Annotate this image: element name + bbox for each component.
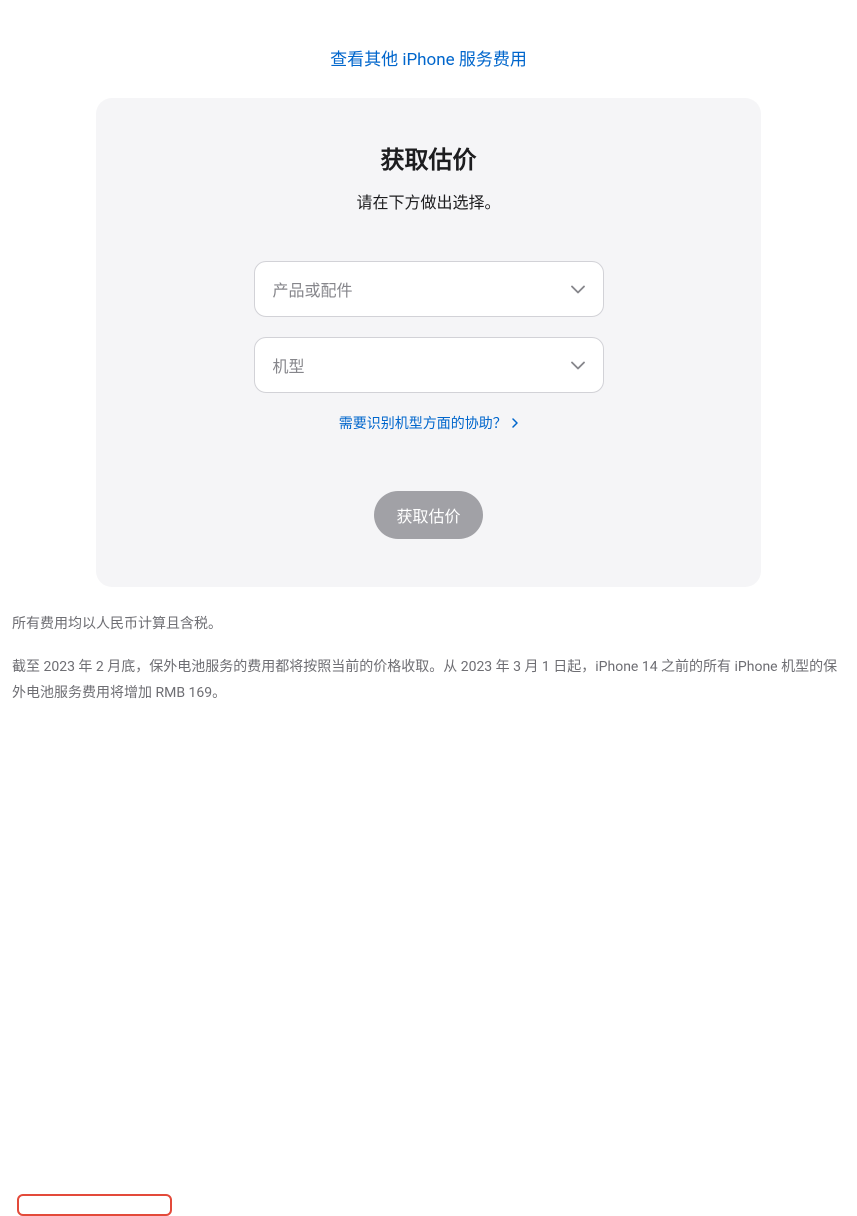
card-subtitle: 请在下方做出选择。 <box>96 189 761 213</box>
help-identify-link[interactable]: 需要识别机型方面的协助？ <box>339 416 518 432</box>
top-nav-link-wrap: 查看其他 iPhone 服务费用 <box>0 0 857 98</box>
footnote-tax: 所有费用均以人民币计算且含税。 <box>12 611 845 638</box>
get-estimate-button[interactable]: 获取估价 <box>374 491 482 539</box>
estimate-card: 获取估价 请在下方做出选择。 产品或配件 机型 需要识别机型方面的协助？ 获取估… <box>96 98 761 587</box>
help-identify-link-wrap: 需要识别机型方面的协助？ <box>96 413 761 433</box>
product-select-placeholder: 产品或配件 <box>273 277 571 301</box>
chevron-down-icon <box>571 361 585 370</box>
other-service-fees-link[interactable]: 查看其他 iPhone 服务费用 <box>330 50 527 70</box>
model-select-placeholder: 机型 <box>273 353 571 377</box>
product-select[interactable]: 产品或配件 <box>254 261 604 317</box>
model-select[interactable]: 机型 <box>254 337 604 393</box>
help-identify-label: 需要识别机型方面的协助？ <box>339 416 507 432</box>
chevron-down-icon <box>571 285 585 294</box>
footnotes: 所有费用均以人民币计算且含税。 截至 2023 年 2 月底，保外电池服务的费用… <box>0 587 857 763</box>
card-title: 获取估价 <box>96 140 761 175</box>
annotation-highlight-box <box>17 1194 172 1216</box>
footnote-price-change: 截至 2023 年 2 月底，保外电池服务的费用都将按照当前的价格收取。从 20… <box>12 654 845 707</box>
chevron-right-icon <box>512 416 518 432</box>
submit-wrap: 获取估价 <box>96 491 761 539</box>
